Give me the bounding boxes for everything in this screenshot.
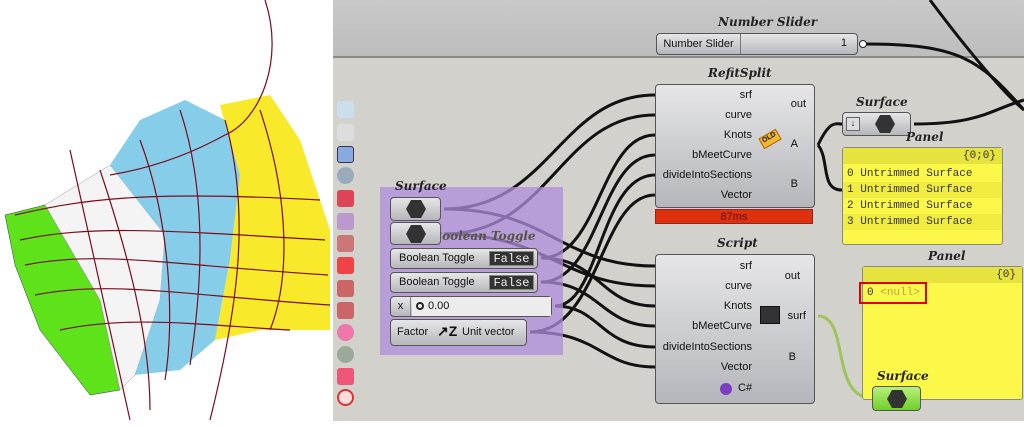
old-badge-icon: OLD [758, 128, 782, 150]
surface-param[interactable] [390, 197, 441, 221]
panel-title: Panel [928, 249, 966, 263]
panel-output[interactable]: {0;0} 0 Untrimmed Surface 1 Untrimmed Su… [842, 147, 1003, 245]
panel-row: 3 Untrimmed Surface [843, 214, 1002, 230]
slider-x-label: x [391, 297, 411, 316]
boolean-toggle-title: Boolean Toggle [432, 229, 536, 243]
input-divideintosections[interactable]: divideIntoSections [663, 169, 752, 181]
toggle-value[interactable]: False [489, 275, 534, 290]
component-icon[interactable] [337, 101, 354, 118]
surface-title: Surface [877, 369, 929, 383]
input-curve[interactable]: curve [725, 109, 752, 121]
input-factor[interactable]: Factor [397, 326, 428, 338]
balloon-icon[interactable] [337, 213, 354, 230]
script-title: Script [717, 236, 758, 250]
unit-vector-component[interactable]: Factor ↗Z Unit vector [390, 319, 527, 346]
surface-param[interactable]: ↓ [842, 112, 911, 136]
circle-tool-icon[interactable] [337, 324, 354, 341]
input-vector[interactable]: Vector [721, 361, 752, 373]
surface-hex-icon [887, 390, 907, 408]
wire-icon[interactable] [337, 235, 354, 252]
number-slider-x[interactable]: x 0.00 [390, 296, 552, 317]
input-srf[interactable]: srf [740, 260, 752, 272]
panel-row: 0 Untrimmed Surface [847, 168, 973, 180]
output-b[interactable]: B [791, 178, 798, 190]
panel-row: 2 Untrimmed Surface [847, 200, 973, 212]
output-surf[interactable]: surf [788, 310, 806, 322]
refitsplit-component[interactable]: srf curve Knots bMeetCurve divideIntoSec… [655, 84, 815, 208]
number-slider-title: Number Slider [718, 15, 818, 29]
table-icon[interactable] [337, 368, 354, 385]
arrow-down-icon: ↓ [846, 117, 860, 131]
disconnect-icon[interactable] [337, 257, 354, 274]
palette-icon[interactable] [337, 346, 354, 363]
surface-hex-icon [875, 115, 895, 133]
script-editor-icon [760, 306, 780, 324]
panel-row: 1 Untrimmed Surface [843, 182, 1002, 198]
search-tool-icon[interactable] [337, 167, 354, 184]
bake-icon[interactable] [337, 190, 354, 207]
output-port[interactable] [859, 40, 867, 48]
panel-path: {0} [863, 267, 1022, 283]
panel-path: {0;0} [843, 148, 1002, 164]
script-language: C# [738, 382, 753, 394]
number-slider[interactable]: Number Slider 1 [656, 33, 858, 55]
input-bmeetcurve[interactable]: bMeetCurve [692, 320, 752, 332]
input-knots[interactable]: Knots [724, 129, 752, 141]
input-bmeetcurve[interactable]: bMeetCurve [692, 149, 752, 161]
slider-grip[interactable] [416, 302, 424, 310]
script-component[interactable]: srf curve Knots bMeetCurve divideIntoSec… [655, 254, 815, 404]
number-slider-value[interactable]: 1 [841, 37, 847, 49]
highlight-box [859, 282, 927, 304]
number-slider-label: Number Slider [657, 34, 741, 54]
output-unit-vector[interactable]: Unit vector [462, 326, 515, 338]
group-surface-title: Surface [395, 179, 447, 193]
surface-hex-icon [406, 200, 426, 218]
refitsplit-title: RefitSplit [708, 66, 772, 80]
curve-hex-icon [406, 225, 426, 243]
surface-tool-icon[interactable] [337, 146, 354, 163]
toggle-value[interactable]: False [489, 251, 534, 266]
curve-param[interactable] [390, 222, 441, 245]
gha-icon[interactable] [337, 124, 354, 141]
input-curve[interactable]: curve [725, 280, 752, 292]
input-vector[interactable]: Vector [721, 189, 752, 201]
input-knots[interactable]: Knots [724, 300, 752, 312]
panel-title: Panel [906, 130, 944, 144]
slider-x-value: 0.00 [428, 300, 450, 312]
unit-z-icon: ↗Z [437, 323, 458, 339]
output-a[interactable]: A [791, 138, 798, 150]
disable-icon[interactable] [337, 389, 354, 406]
surface-param-preview[interactable] [872, 386, 921, 411]
boolean-toggle[interactable]: Boolean Toggle False [390, 248, 538, 269]
toggle-label: Boolean Toggle [399, 276, 475, 288]
surface-title: Surface [856, 95, 908, 109]
timer-bar: 87ms [655, 209, 813, 224]
curve-tool-icon[interactable] [337, 280, 354, 297]
split-tool-icon[interactable] [337, 302, 354, 319]
output-out[interactable]: out [785, 270, 800, 282]
boolean-toggle[interactable]: Boolean Toggle False [390, 272, 538, 293]
csharp-icon [720, 383, 732, 395]
input-divideintosections[interactable]: divideIntoSections [663, 341, 752, 353]
output-b[interactable]: B [789, 351, 796, 363]
input-srf[interactable]: srf [740, 89, 752, 101]
toggle-label: Boolean Toggle [399, 252, 475, 264]
output-out[interactable]: out [791, 98, 806, 110]
